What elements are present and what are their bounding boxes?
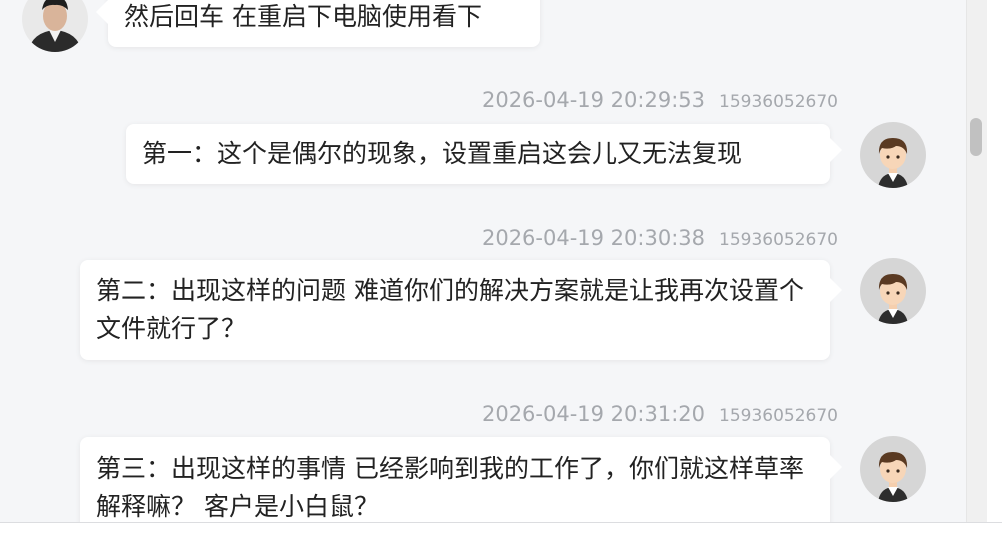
cartoon-boy-icon bbox=[860, 436, 926, 502]
cartoon-boy-icon bbox=[860, 258, 926, 324]
message-bubble: 然后回车 在重启下电脑使用看下 bbox=[96, 0, 540, 47]
message-bubble: 第二：出现这样的问题 难道你们的解决方案就是让我再次设置个文件就行了？ bbox=[80, 260, 842, 360]
vertical-scrollbar[interactable] bbox=[966, 0, 987, 523]
sender-avatar[interactable] bbox=[860, 258, 926, 324]
message-time: 2026-04-19 20:31:20 bbox=[481, 402, 706, 426]
sender-phone: 15936052670 bbox=[719, 230, 838, 250]
scrollbar-thumb[interactable] bbox=[970, 118, 982, 156]
chat-message-list[interactable]: 然后回车 在重启下电脑使用看下 2026-04-19 20:29:53 15936… bbox=[0, 0, 966, 534]
cartoon-boy-icon bbox=[860, 122, 926, 188]
message-text: 第二：出现这样的问题 难道你们的解决方案就是让我再次设置个文件就行了？ bbox=[96, 276, 804, 343]
sender-avatar[interactable] bbox=[860, 436, 926, 502]
message-time: 2026-04-19 20:30:38 bbox=[481, 226, 706, 250]
sender-avatar[interactable] bbox=[22, 0, 88, 52]
message-meta: 2026-04-19 20:29:53 15936052670 bbox=[482, 86, 838, 114]
message-bubble: 第一：这个是偶尔的现象，设置重启这会儿又无法复现 bbox=[126, 124, 842, 184]
sender-phone: 15936052670 bbox=[719, 92, 838, 112]
message-bubble: 第三：出现这样的事情 已经影响到我的工作了，你们就这样草率解释嘛？ 客户是小白鼠… bbox=[80, 437, 842, 534]
message-meta: 2026-04-19 20:31:20 15936052670 bbox=[482, 400, 838, 428]
sender-phone: 15936052670 bbox=[719, 406, 838, 426]
message-text: 第一：这个是偶尔的现象，设置重启这会儿又无法复现 bbox=[142, 139, 743, 168]
right-margin bbox=[987, 0, 1002, 523]
message-meta: 2026-04-19 20:30:38 15936052670 bbox=[482, 224, 838, 252]
message-text: 第三：出现这样的事情 已经影响到我的工作了，你们就这样草率解释嘛？ 客户是小白鼠… bbox=[96, 454, 804, 521]
sender-avatar[interactable] bbox=[860, 122, 926, 188]
input-area-edge[interactable] bbox=[0, 523, 1002, 534]
message-text: 然后回车 在重启下电脑使用看下 bbox=[124, 2, 482, 31]
message-time: 2026-04-19 20:29:53 bbox=[481, 88, 706, 112]
